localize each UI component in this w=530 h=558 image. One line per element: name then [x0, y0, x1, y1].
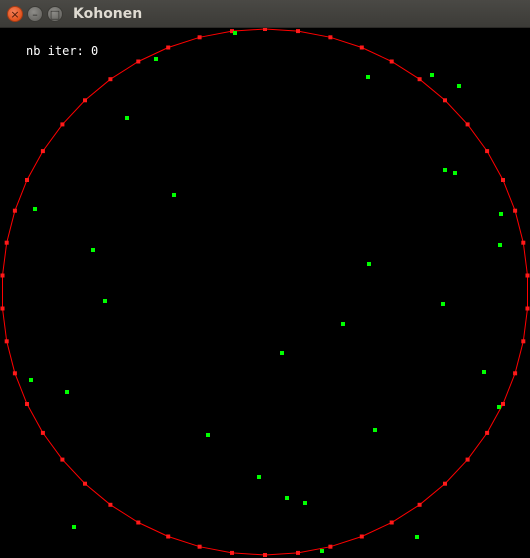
- maximize-button[interactable]: □: [47, 6, 63, 22]
- sample-point: [367, 262, 371, 266]
- neuron-node: [25, 178, 29, 182]
- sample-point: [482, 370, 486, 374]
- title-bar[interactable]: × – □ Kohonen: [0, 0, 530, 28]
- neuron-node: [359, 45, 364, 50]
- neuron-node: [501, 178, 505, 182]
- neuron-node: [389, 520, 394, 525]
- sample-point: [453, 171, 457, 175]
- neuron-node: [12, 371, 17, 376]
- sample-point: [443, 168, 447, 172]
- sample-point: [72, 525, 76, 529]
- sample-point: [285, 496, 289, 500]
- neuron-node: [296, 29, 300, 34]
- neuron-node: [40, 149, 45, 154]
- sample-point: [430, 73, 434, 77]
- close-icon: ×: [10, 7, 20, 21]
- neuron-node: [4, 339, 9, 344]
- kohonen-plot: [0, 28, 530, 557]
- app-window: × – □ Kohonen nb iter: 0: [0, 0, 530, 558]
- neuron-node: [443, 98, 447, 103]
- neuron-node: [263, 553, 267, 557]
- sample-point: [65, 390, 69, 394]
- sample-point: [441, 302, 445, 306]
- sample-point: [125, 116, 129, 120]
- neuron-node: [525, 306, 530, 311]
- neuron-node: [108, 77, 113, 82]
- sample-point: [320, 549, 324, 553]
- sample-point: [29, 378, 33, 382]
- neuron-node: [521, 339, 526, 344]
- neuron-node: [328, 35, 333, 40]
- neuron-node: [136, 59, 141, 64]
- neuron-node: [83, 481, 87, 486]
- minimize-button[interactable]: –: [27, 6, 43, 22]
- sample-point: [415, 535, 419, 539]
- neuron-node: [485, 430, 490, 435]
- neuron-node: [417, 502, 422, 507]
- sample-point: [103, 299, 107, 303]
- neuron-node: [0, 273, 5, 278]
- maximize-icon: □: [49, 7, 61, 21]
- neuron-node: [197, 544, 202, 549]
- neuron-node: [166, 534, 171, 539]
- kohonen-canvas[interactable]: nb iter: 0: [0, 28, 530, 558]
- neuron-node: [230, 550, 234, 555]
- sample-point: [91, 248, 95, 252]
- sample-point: [499, 212, 503, 216]
- sample-point: [206, 433, 210, 437]
- neuron-node: [417, 77, 422, 82]
- neuron-node: [521, 240, 526, 245]
- neuron-node: [25, 402, 29, 406]
- neuron-node: [166, 45, 171, 50]
- neuron-ring: [2, 28, 528, 556]
- neuron-node: [197, 35, 202, 40]
- neuron-node: [328, 544, 333, 549]
- sample-point: [341, 322, 345, 326]
- neuron-node: [83, 98, 87, 103]
- minimize-icon: –: [32, 7, 38, 21]
- sample-point: [33, 207, 37, 211]
- neuron-node: [136, 520, 141, 525]
- neuron-node: [465, 122, 470, 127]
- sample-point: [373, 428, 377, 432]
- neuron-node: [40, 430, 45, 435]
- neuron-node: [60, 457, 65, 462]
- sample-point: [154, 57, 158, 61]
- neuron-node: [4, 240, 9, 245]
- neuron-node: [359, 534, 364, 539]
- neuron-node: [12, 208, 17, 213]
- sample-point: [497, 405, 501, 409]
- neuron-node: [525, 273, 530, 278]
- neuron-node: [0, 306, 5, 311]
- sample-point: [457, 84, 461, 88]
- neuron-node: [108, 502, 113, 507]
- sample-point: [366, 75, 370, 79]
- neuron-node: [465, 457, 470, 462]
- neuron-node: [60, 122, 65, 127]
- sample-point: [233, 31, 237, 35]
- sample-point: [280, 351, 284, 355]
- close-button[interactable]: ×: [7, 6, 23, 22]
- sample-point: [257, 475, 261, 479]
- window-title: Kohonen: [73, 6, 143, 22]
- neuron-node: [443, 481, 447, 486]
- neuron-node: [485, 149, 490, 154]
- iteration-counter: nb iter: 0: [26, 44, 99, 58]
- neuron-node: [263, 28, 267, 31]
- neuron-node: [296, 550, 300, 555]
- neuron-node: [513, 371, 518, 376]
- neuron-node: [513, 208, 518, 213]
- sample-point: [303, 501, 307, 505]
- sample-point: [172, 193, 176, 197]
- sample-point: [498, 243, 502, 247]
- neuron-node: [501, 402, 505, 406]
- neuron-node: [389, 59, 394, 64]
